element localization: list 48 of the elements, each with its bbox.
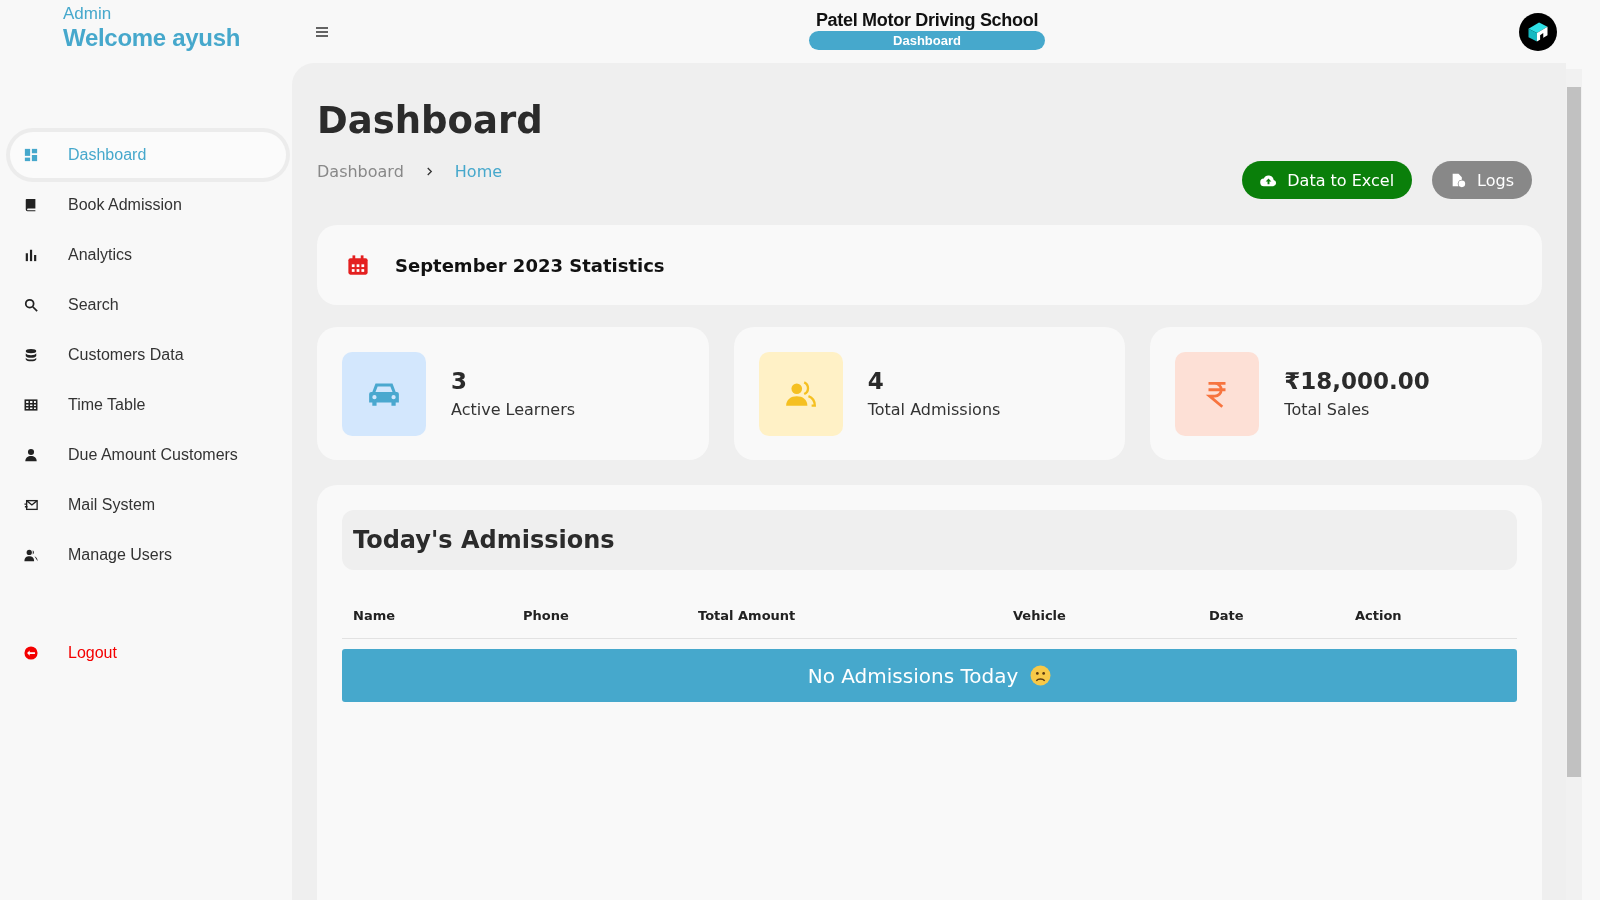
page-badge: Dashboard xyxy=(809,31,1045,50)
grid-icon xyxy=(24,148,38,162)
column-header: Total Amount xyxy=(698,608,797,623)
chevron-icon xyxy=(425,166,433,176)
table-icon xyxy=(24,398,38,412)
stat-value: ₹18,000.00 xyxy=(1284,368,1430,394)
stat-label: Total Admissions xyxy=(867,400,1001,419)
sidebar-item[interactable]: Time Table xyxy=(10,382,286,428)
section-title: Today's Admissions xyxy=(353,526,615,554)
empty-message: No Admissions Today xyxy=(807,663,1019,688)
sidebar-item[interactable]: Due Amount Customers xyxy=(10,432,286,478)
bars-icon xyxy=(24,248,38,262)
cloud-upload-icon xyxy=(1260,172,1278,188)
sidebar-item[interactable]: Analytics xyxy=(10,232,286,278)
logs-button[interactable]: Logs xyxy=(1432,161,1532,199)
person-icon xyxy=(24,448,38,462)
sidebar-item[interactable]: Mail System xyxy=(10,482,286,528)
logout-icon xyxy=(24,646,38,660)
column-header: Name xyxy=(353,608,396,623)
calendar-icon xyxy=(347,254,369,276)
search-icon xyxy=(24,298,38,312)
logo-icon[interactable] xyxy=(1519,12,1557,51)
role-label: Admin xyxy=(63,4,113,24)
column-header: Date xyxy=(1209,608,1245,623)
database-icon xyxy=(24,348,38,362)
column-header: Action xyxy=(1355,608,1402,623)
file-icon xyxy=(1450,172,1468,188)
school-title: Patel Motor Driving School xyxy=(815,10,1039,31)
book-icon xyxy=(24,198,38,212)
stat-label: Total Sales xyxy=(1284,400,1371,419)
stat-value: 4 xyxy=(867,368,885,394)
export-button[interactable]: Data to Excel xyxy=(1242,161,1413,199)
welcome-title: Welcome ayush xyxy=(63,24,242,52)
page-title: Dashboard xyxy=(317,101,543,142)
stat-label: Active Learners xyxy=(451,400,576,419)
sidebar-item[interactable]: Search xyxy=(10,282,286,328)
mail-icon xyxy=(24,498,38,512)
column-header: Vehicle xyxy=(1013,608,1067,623)
stats-title: September 2023 Statistics xyxy=(395,254,665,276)
sidebar-item[interactable]: Customers Data xyxy=(10,332,286,378)
column-header: Phone xyxy=(523,608,570,623)
logout-link[interactable]: Logout xyxy=(10,630,286,676)
sad-face-icon xyxy=(1030,665,1052,686)
people-icon xyxy=(24,548,38,562)
stat-value: 3 xyxy=(451,368,468,394)
sidebar-item[interactable]: Manage Users xyxy=(10,532,286,578)
sidebar-item[interactable]: Book Admission xyxy=(10,182,286,228)
scrollbar[interactable] xyxy=(1566,69,1582,900)
